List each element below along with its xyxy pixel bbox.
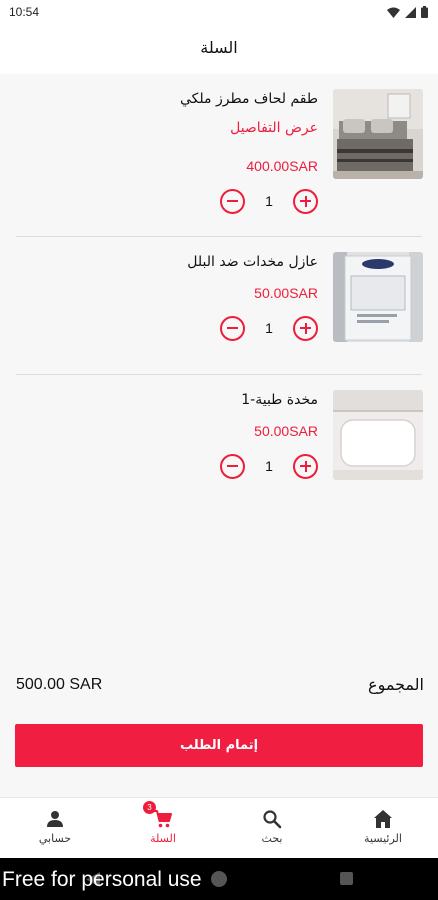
minus-icon xyxy=(227,327,238,329)
product-image[interactable] xyxy=(333,252,423,342)
comforter-set-image xyxy=(333,89,423,179)
home-button-icon[interactable] xyxy=(211,871,227,887)
nav-cart[interactable]: 3 السلة xyxy=(113,798,213,858)
bottom-navigation: الرئيسية بحث 3 السلة حسابي xyxy=(0,797,438,858)
signal-icon xyxy=(405,6,416,18)
quantity-stepper: 1 xyxy=(220,453,318,479)
home-icon xyxy=(374,810,392,828)
increase-quantity-button[interactable] xyxy=(293,315,318,341)
nav-search-label: بحث xyxy=(261,832,283,845)
quantity-value: 1 xyxy=(265,193,273,209)
person-icon xyxy=(47,811,63,827)
increase-quantity-button[interactable] xyxy=(293,453,318,479)
cart-item: طقم لحاف مطرز ملكي عرض التفاصيل 400.00SA… xyxy=(0,74,438,237)
item-price: 400.00SAR xyxy=(246,158,318,174)
minus-icon xyxy=(227,465,238,467)
quantity-stepper: 1 xyxy=(220,315,318,341)
total-label: المجموع xyxy=(368,675,424,694)
app-bar: السلة xyxy=(0,26,438,74)
nav-cart-label: السلة xyxy=(150,832,176,845)
cart-count-badge: 3 xyxy=(143,801,156,814)
page-title: السلة xyxy=(200,38,238,57)
item-name: مخدة طبية-1 xyxy=(241,392,318,408)
quantity-value: 1 xyxy=(265,458,273,474)
recent-apps-icon[interactable] xyxy=(340,872,353,885)
decrease-quantity-button[interactable] xyxy=(220,453,245,479)
increase-quantity-button[interactable] xyxy=(293,188,318,214)
search-icon xyxy=(263,810,282,829)
decrease-quantity-button[interactable] xyxy=(220,315,245,341)
total-value: 500.00 SAR xyxy=(16,676,103,693)
nav-account-label: حسابي xyxy=(38,832,72,845)
medical-pillow-image xyxy=(333,390,423,480)
cart-list: طقم لحاف مطرز ملكي عرض التفاصيل 400.00SA… xyxy=(0,74,438,513)
nav-search[interactable]: بحث xyxy=(222,798,322,858)
item-price: 50.00SAR xyxy=(254,423,318,439)
quantity-stepper: 1 xyxy=(220,188,318,214)
item-name: طقم لحاف مطرز ملكي xyxy=(180,91,318,107)
nav-home-label: الرئيسية xyxy=(364,832,402,845)
item-name: عازل مخدات ضد البلل xyxy=(187,254,318,270)
status-bar: 10:54 xyxy=(0,0,438,26)
cart-item: مخدة طبية-1 50.00SAR 1 xyxy=(0,375,438,513)
product-image[interactable] xyxy=(333,89,423,179)
watermark: Free for personal use xyxy=(2,868,202,891)
cart-item: عازل مخدات ضد البلل 50.00SAR 1 xyxy=(0,237,438,375)
decrease-quantity-button[interactable] xyxy=(220,188,245,214)
status-time: 10:54 xyxy=(9,5,40,19)
view-details-link[interactable]: عرض التفاصيل xyxy=(230,120,318,136)
nav-home[interactable]: الرئيسية xyxy=(333,798,433,858)
quantity-value: 1 xyxy=(265,320,273,336)
battery-icon xyxy=(421,6,428,18)
minus-icon xyxy=(227,200,238,202)
item-price: 50.00SAR xyxy=(254,285,318,301)
cart-icon xyxy=(154,810,172,828)
wifi-icon xyxy=(387,7,400,18)
system-navigation-bar: Free for personal use xyxy=(0,858,438,900)
checkout-button[interactable]: إتمام الطلب xyxy=(15,724,423,767)
nav-account[interactable]: حسابي xyxy=(5,798,105,858)
pillow-protector-image xyxy=(333,252,423,342)
status-icons xyxy=(387,6,428,18)
product-image[interactable] xyxy=(333,390,423,480)
